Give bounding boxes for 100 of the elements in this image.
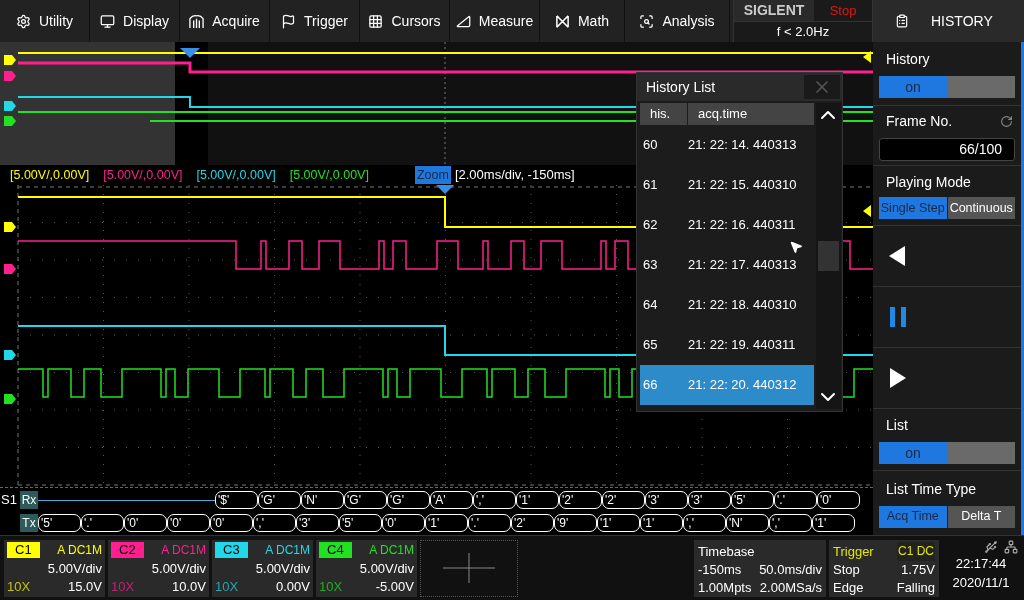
- decode-packet: '.': [468, 514, 511, 532]
- decode-packet: ',': [473, 491, 516, 509]
- left-triangle-icon: [889, 246, 905, 266]
- coupling-label: A DC1M: [161, 542, 206, 559]
- decode-packet: '1': [640, 514, 683, 532]
- scroll-thumb[interactable]: [818, 241, 839, 271]
- decode-packet: '.': [81, 514, 124, 532]
- decode-packet: '1': [597, 514, 640, 532]
- probe-ratio: 10X: [319, 577, 343, 595]
- decode-packet: '0': [167, 514, 210, 532]
- decode-packet: 'N': [301, 491, 344, 509]
- trigger-state: Stop: [833, 560, 860, 579]
- frame-number: 63: [642, 256, 659, 275]
- magnifier-icon: [639, 13, 655, 29]
- refresh-icon[interactable]: [1000, 114, 1013, 128]
- bowtie-icon: [554, 13, 570, 29]
- history-row[interactable]: 60 21: 22: 14. 440313: [640, 125, 814, 165]
- decode-packet: 'A': [430, 491, 473, 509]
- setting-label: List: [885, 416, 909, 435]
- channel-marker-icon: [4, 116, 16, 126]
- timebase-title: Timebase: [698, 542, 756, 561]
- acquisition-time: 21: 22: 18. 440310: [688, 296, 797, 315]
- trigger-panel[interactable]: Trigger C1 DC Stop 1.75V Edge Falling: [829, 539, 939, 597]
- zoom-label: Zoom: [414, 165, 451, 185]
- decode-packet: '3': [688, 491, 731, 509]
- channel-info-panel[interactable]: C2 A DC1M 5.00V/div 10X 10.0V: [108, 539, 209, 597]
- channel-info-panel[interactable]: C4 A DC1M 5.00V/div 10X -5.00V: [316, 539, 417, 597]
- channel-scale-label: [5.00V/,0.00V]: [289, 166, 369, 184]
- scrollbar[interactable]: [816, 103, 841, 409]
- brand-logo: SIGLENT: [734, 0, 814, 21]
- history-row[interactable]: 61 21: 22: 15. 440310: [640, 165, 814, 205]
- acquisition-time: 21: 22: 19. 440311: [688, 336, 796, 355]
- decode-packet: '0': [210, 514, 253, 532]
- mouse-pointer-icon: [789, 239, 803, 255]
- channel-offset: 10.0V: [172, 577, 206, 595]
- add-channel-button[interactable]: [420, 539, 518, 597]
- probe-ratio: 10X: [215, 577, 239, 595]
- channel-info-panel[interactable]: C3 A DC1M 5.00V/div 10X 0.00V: [212, 539, 313, 597]
- decode-packet: '0': [382, 514, 425, 532]
- segment-option[interactable]: Continuous: [947, 197, 1015, 219]
- channel-marker-icon: [4, 264, 16, 274]
- probe-ratio: 10X: [111, 577, 135, 595]
- pause-icon: [890, 307, 906, 327]
- decode-packet: '3': [296, 514, 339, 532]
- plus-icon: [443, 553, 495, 583]
- channel-offset: 0.00V: [276, 577, 310, 595]
- probe-ratio: 10X: [7, 577, 31, 595]
- channel-badge: C2: [111, 542, 144, 558]
- history-row[interactable]: 63 21: 22: 17. 440313: [640, 245, 814, 285]
- coupling-label: A DC1M: [57, 542, 102, 559]
- monitor-icon: [100, 13, 116, 29]
- channel-marker-icon: [4, 222, 16, 232]
- frame-number: 66: [642, 376, 659, 395]
- run-state: Stop: [828, 1, 858, 20]
- volts-per-div: 5.00V/div: [358, 559, 414, 578]
- bus-label: S1: [0, 491, 18, 510]
- decode-packet: '1': [516, 491, 559, 509]
- dialog-title: History List: [645, 77, 717, 97]
- volts-per-div: 5.00V/div: [46, 559, 102, 578]
- decode-packet: 'G': [344, 491, 387, 509]
- clipboard-icon: [895, 14, 909, 28]
- history-row[interactable]: 64 21: 22: 18. 440310: [640, 285, 814, 325]
- trigger-level-icon: [863, 205, 871, 217]
- channel-scale-label: [5.00V/,0.00V]: [196, 166, 276, 184]
- channel-scale-label: [5.00V/,0.00V]: [103, 166, 183, 184]
- channel-marker-icon: [4, 350, 16, 360]
- setting-label: Frame No.: [885, 111, 954, 131]
- delay-value: -150ms: [698, 560, 742, 579]
- setting-label: Playing Mode: [885, 173, 972, 192]
- grid-icon: [368, 13, 384, 29]
- acquisition-time: 21: 22: 16. 440311: [688, 216, 796, 235]
- segment-option[interactable]: Delta T: [947, 505, 1015, 528]
- time-per-div: 50.0ms/div: [759, 560, 822, 579]
- volts-per-div: 5.00V/div: [150, 559, 206, 578]
- clock-date: 2020/11/1: [952, 573, 1010, 592]
- coupling-label: A DC1M: [369, 542, 414, 559]
- frame-field[interactable]: 66/100: [879, 137, 1015, 161]
- channel-info-panel[interactable]: C1 A DC1M 5.00V/div 10X 15.0V: [4, 539, 105, 597]
- trigger-level: 1.75V: [901, 560, 935, 579]
- history-row[interactable]: 66 21: 22: 20. 440312: [640, 365, 814, 405]
- trigger-type: Edge: [833, 578, 864, 597]
- history-row[interactable]: 65 21: 22: 19. 440311: [640, 325, 814, 365]
- decode-packet: ',': [683, 514, 726, 532]
- decode-packet: '$': [215, 491, 258, 509]
- decode-packet: 'N': [726, 514, 769, 532]
- acquisition-time: 21: 22: 14. 440313: [688, 136, 797, 155]
- trigger-title: Trigger: [833, 542, 874, 561]
- channel-marker-icon: [4, 101, 16, 111]
- timebase-panel[interactable]: Timebase -150ms 50.0ms/div 1.00Mpts 2.00MSa/s: [694, 539, 826, 597]
- arch-icon: [189, 13, 205, 29]
- decode-row-label: Rx: [20, 491, 38, 509]
- coupling-label: A DC1M: [265, 542, 310, 559]
- decode-packet: ',': [253, 514, 296, 532]
- decode-packet: '1': [425, 514, 468, 532]
- network-icon: [1004, 539, 1018, 554]
- channel-badge: C3: [215, 542, 248, 558]
- decode-packet: '5': [339, 514, 382, 532]
- channel-badge: C4: [319, 542, 352, 558]
- history-row[interactable]: 62 21: 22: 16. 440311: [640, 205, 814, 245]
- panel-title: HISTORY: [931, 11, 993, 31]
